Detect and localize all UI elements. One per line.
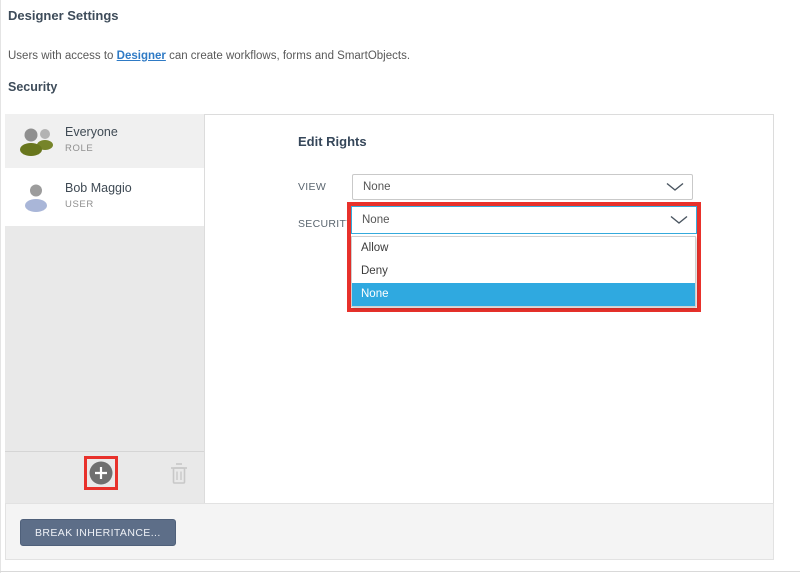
delete-user-button[interactable] <box>168 461 190 487</box>
view-select[interactable]: None <box>352 174 693 200</box>
option-allow[interactable]: Allow <box>352 237 695 260</box>
permission-list: Everyone ROLE Bob Maggio USER <box>5 114 205 503</box>
designer-link[interactable]: Designer <box>117 50 166 62</box>
chevron-down-icon <box>666 183 684 192</box>
list-item-name: Bob Maggio <box>65 181 132 195</box>
description-text: Users with access to Designer can create… <box>8 50 410 62</box>
edit-rights-panel: Edit Rights VIEW None SECURITY None Allo… <box>205 114 774 503</box>
designer-settings-page: Designer Settings Users with access to D… <box>0 0 800 573</box>
list-item-name: Everyone <box>65 125 118 139</box>
add-button-highlight <box>84 456 118 490</box>
break-inheritance-button[interactable]: BREAK INHERITANCE... <box>20 519 176 546</box>
list-item-type: ROLE <box>65 143 93 154</box>
role-group-icon <box>18 125 56 162</box>
security-label: SECURITY <box>298 218 354 230</box>
view-select-value: None <box>363 181 391 193</box>
view-label: VIEW <box>298 181 326 193</box>
description-suffix: can create workflows, forms and SmartObj… <box>166 50 410 62</box>
security-panel: Everyone ROLE Bob Maggio USER <box>5 114 774 503</box>
option-deny[interactable]: Deny <box>352 260 695 283</box>
trash-icon <box>169 474 189 489</box>
security-select[interactable]: None <box>351 206 697 234</box>
list-empty-area <box>5 226 204 451</box>
list-item-everyone[interactable]: Everyone ROLE <box>5 114 204 168</box>
description-prefix: Users with access to <box>8 50 117 62</box>
user-icon <box>18 181 56 218</box>
list-item-bob-maggio[interactable]: Bob Maggio USER <box>5 170 204 224</box>
option-none-selected[interactable]: None <box>352 283 695 306</box>
page-bottom-border <box>0 571 800 572</box>
security-heading: Security <box>8 80 57 94</box>
security-select-value: None <box>362 214 390 226</box>
footer-bar: BREAK INHERITANCE... <box>5 503 774 560</box>
chevron-down-icon <box>670 216 688 225</box>
security-dropdown-highlight: None Allow Deny None <box>347 202 701 312</box>
edit-rights-heading: Edit Rights <box>298 134 367 149</box>
add-user-button[interactable] <box>89 461 113 485</box>
page-title: Designer Settings <box>8 8 119 23</box>
list-toolbar <box>5 451 204 503</box>
page-left-border <box>0 0 1 573</box>
security-options-list: Allow Deny None <box>351 236 696 307</box>
plus-circle-icon <box>89 473 113 488</box>
list-item-type: USER <box>65 199 94 210</box>
